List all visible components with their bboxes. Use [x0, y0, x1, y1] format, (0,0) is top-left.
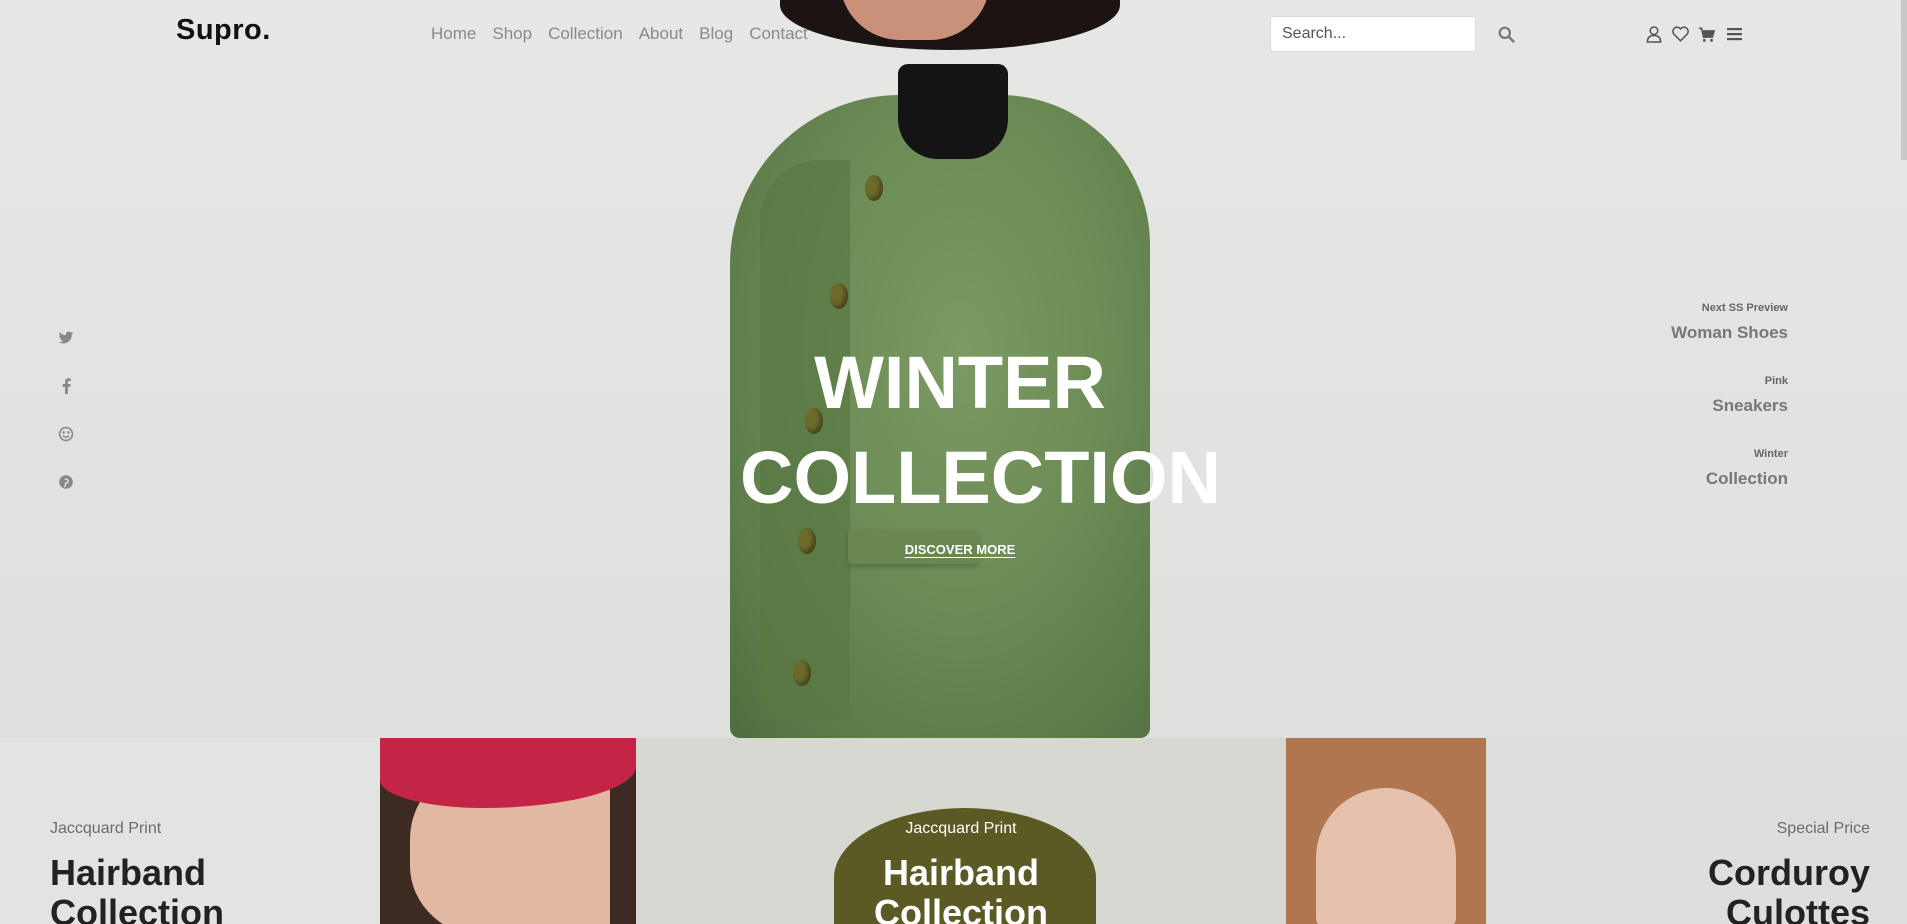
nav-home[interactable]: Home — [431, 24, 476, 44]
hero-section: Supro. Home Shop Collection About Blog C… — [0, 0, 1907, 738]
banner-model-image — [1286, 738, 1486, 924]
slide-kicker: Next SS Preview — [1701, 302, 1788, 314]
discover-more-button[interactable]: DISCOVER MORE — [900, 542, 1020, 557]
banner-kicker: Jaccquard Print — [905, 820, 1017, 837]
banner-title-line2: Collection — [873, 892, 1048, 924]
nav-contact[interactable]: Contact — [749, 24, 808, 44]
banner-kicker: Jaccquard Print — [50, 820, 162, 837]
nav-shop[interactable]: Shop — [492, 24, 532, 44]
search-icon[interactable] — [1496, 24, 1516, 44]
menu-icon[interactable] — [1725, 24, 1743, 44]
slide-nav-item[interactable]: Pink Sneakers — [1671, 375, 1788, 448]
slide-kicker: Pink — [1764, 375, 1788, 387]
cart-icon[interactable] — [1697, 24, 1717, 44]
facebook-icon[interactable] — [56, 376, 76, 396]
banner-title-line2: Collection — [50, 892, 225, 924]
banner-hairband-1[interactable]: Jaccquard Print Hairband Collection — [0, 738, 636, 924]
twitter-icon[interactable] — [56, 328, 76, 348]
slide-nav-item[interactable]: Next SS Preview Woman Shoes — [1671, 302, 1788, 375]
user-icon[interactable] — [1645, 24, 1663, 44]
site-logo[interactable]: Supro. — [176, 14, 271, 47]
slide-name: Collection — [1705, 469, 1788, 488]
nav-blog[interactable]: Blog — [699, 24, 733, 44]
heart-icon[interactable] — [1670, 24, 1690, 44]
slide-name: Sneakers — [1712, 396, 1788, 415]
hero-title: WINTER COLLECTION — [740, 335, 1221, 525]
banner-title-line2: Culottes — [1726, 892, 1870, 924]
banner-hairband-2[interactable]: Jaccquard Print Hairband Collection — [636, 738, 1286, 924]
slide-name: Woman Shoes — [1671, 323, 1788, 342]
slide-nav-item[interactable]: Winter Collection — [1671, 448, 1788, 521]
pinterest-icon[interactable] — [56, 472, 76, 492]
banner-title-line1: Hairband — [882, 852, 1040, 893]
page-scrollbar[interactable] — [1901, 0, 1907, 160]
hero-title-line2: COLLECTION — [740, 436, 1221, 519]
search-input[interactable] — [1270, 16, 1476, 52]
nav-collection[interactable]: Collection — [548, 24, 623, 44]
banner-title-line1: Hairband — [50, 852, 207, 893]
main-nav: Home Shop Collection About Blog Contact — [431, 24, 808, 44]
banner-title: Hairband Collection — [50, 853, 224, 924]
banner-title: Corduroy Culottes — [1708, 853, 1870, 924]
banner-title-line1: Corduroy — [1708, 852, 1870, 893]
nav-about[interactable]: About — [639, 24, 683, 44]
dribbble-icon[interactable] — [56, 424, 76, 444]
slide-kicker: Winter — [1753, 448, 1788, 460]
slide-nav: Next SS Preview Woman Shoes Pink Sneaker… — [1671, 302, 1788, 521]
banner-model-image — [380, 738, 636, 924]
hero-title-line1: WINTER — [814, 341, 1106, 424]
banner-title: Hairband Collection — [636, 853, 1286, 924]
banner-corduroy[interactable]: Special Price Corduroy Culottes — [1286, 738, 1907, 924]
banner-kicker: Special Price — [1776, 820, 1870, 837]
